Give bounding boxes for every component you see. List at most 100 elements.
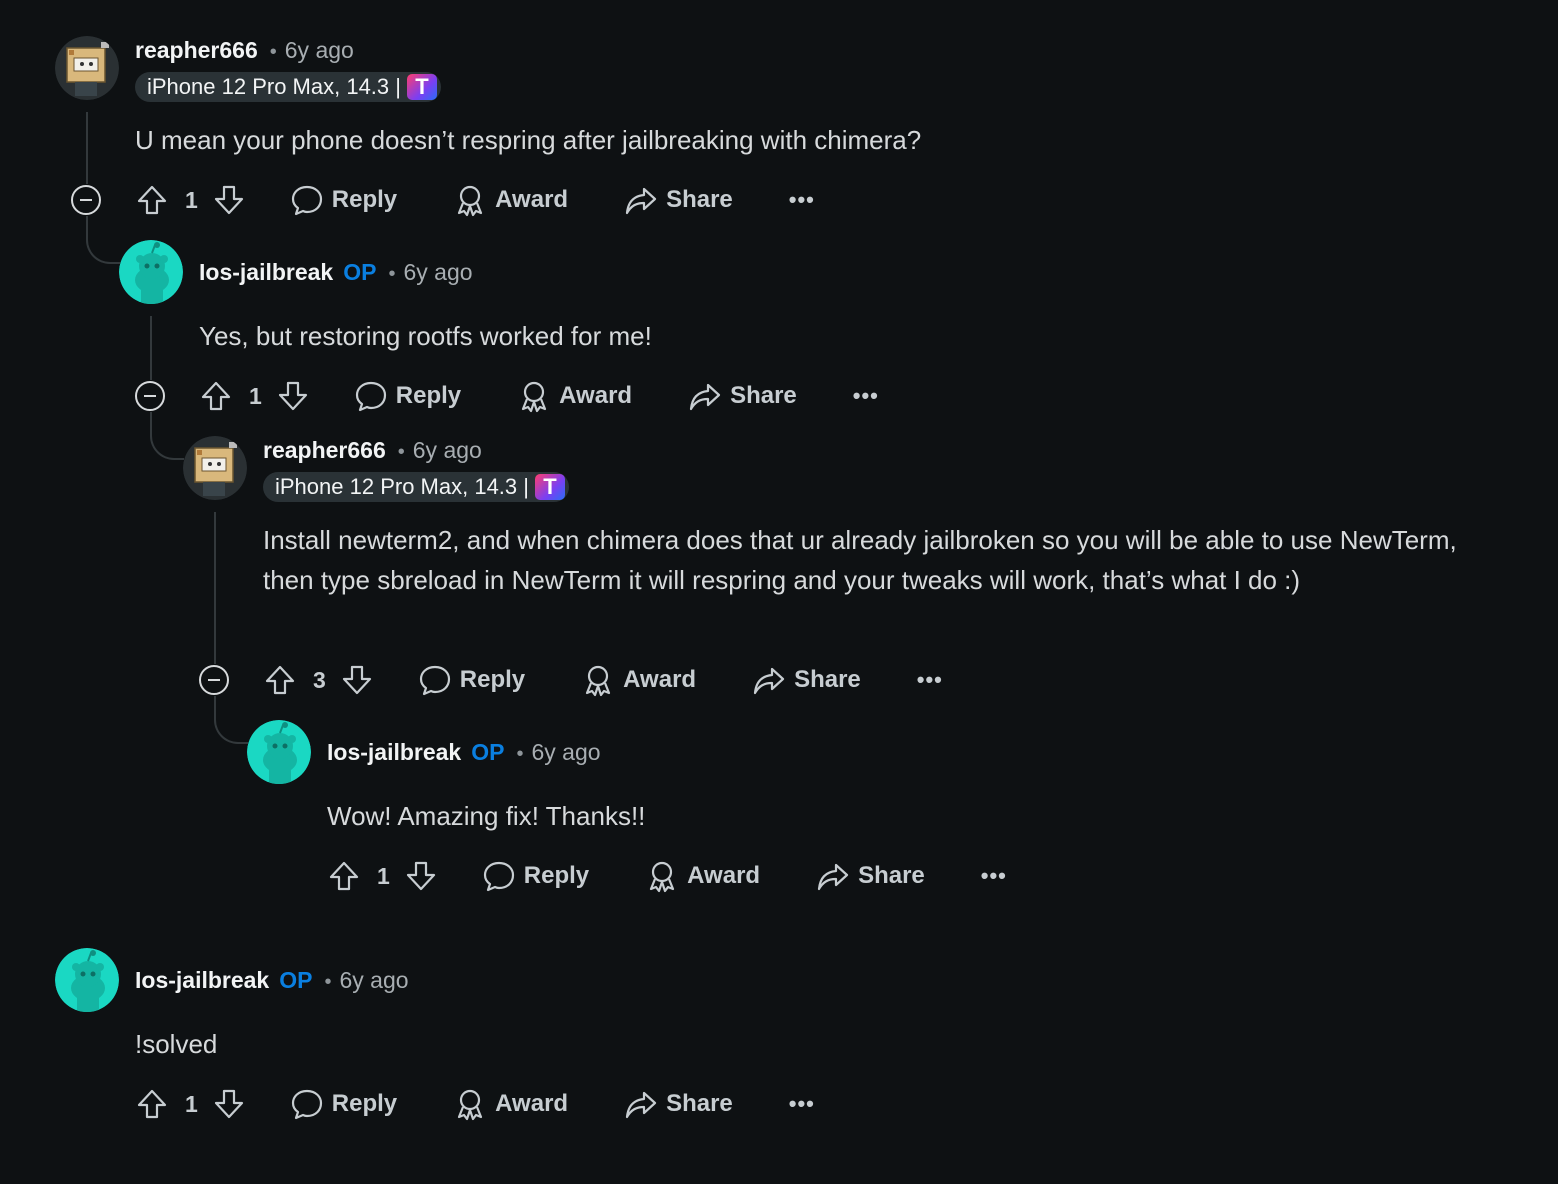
award-ribbon-icon bbox=[522, 381, 547, 413]
award-label: Award bbox=[559, 382, 633, 409]
speech-bubble-icon bbox=[355, 381, 386, 412]
upvote-arrow-icon bbox=[329, 861, 359, 891]
username[interactable]: Ios-jailbreak bbox=[135, 967, 269, 994]
flair-text: iPhone 12 Pro Max, 14.3 | bbox=[147, 74, 401, 99]
reply-button[interactable]: Reply bbox=[290, 1087, 397, 1121]
award-button[interactable]: Award bbox=[453, 1087, 568, 1121]
vote-score: 1 bbox=[185, 186, 198, 213]
upvote-arrow-icon bbox=[137, 185, 167, 215]
award-label: Award bbox=[687, 862, 761, 889]
vote-score: 1 bbox=[249, 382, 262, 409]
downvote-button[interactable] bbox=[276, 379, 310, 413]
upvote-button[interactable] bbox=[135, 1087, 169, 1121]
award-ribbon-icon bbox=[458, 185, 483, 217]
speech-bubble-icon bbox=[291, 1089, 322, 1120]
avatar[interactable] bbox=[183, 436, 247, 500]
thread-connector bbox=[86, 216, 120, 264]
thread-line bbox=[214, 512, 216, 664]
vote-score: 3 bbox=[313, 666, 326, 693]
collapse-thread-button[interactable] bbox=[71, 185, 101, 215]
downvote-button[interactable] bbox=[340, 663, 374, 697]
timestamp: 6y ago bbox=[531, 739, 601, 765]
separator-dot: • bbox=[324, 971, 332, 993]
upvote-arrow-icon bbox=[137, 1089, 167, 1119]
more-options-button[interactable]: ••• bbox=[981, 863, 1007, 889]
separator-dot: • bbox=[269, 41, 277, 63]
share-button[interactable]: Share bbox=[752, 663, 861, 697]
timestamp: 6y ago bbox=[412, 437, 482, 463]
downvote-button[interactable] bbox=[212, 1087, 246, 1121]
comment-body: Yes, but restoring rootfs worked for me! bbox=[199, 321, 652, 351]
award-label: Award bbox=[495, 1090, 569, 1117]
upvote-button[interactable] bbox=[327, 859, 361, 893]
downvote-arrow-icon bbox=[214, 1089, 243, 1119]
flair-badge-icon: T bbox=[534, 474, 565, 500]
avatar[interactable] bbox=[55, 36, 119, 100]
share-label: Share bbox=[730, 382, 797, 409]
award-button[interactable]: Award bbox=[581, 663, 696, 697]
collapse-thread-button[interactable] bbox=[135, 381, 165, 411]
reply-label: Reply bbox=[523, 862, 590, 889]
share-label: Share bbox=[666, 1090, 733, 1117]
reply-label: Reply bbox=[331, 1090, 398, 1117]
upvote-arrow-icon bbox=[265, 665, 295, 695]
speech-bubble-icon bbox=[483, 861, 514, 892]
award-button[interactable]: Award bbox=[645, 859, 760, 893]
upvote-button[interactable] bbox=[135, 183, 169, 217]
upvote-button[interactable] bbox=[199, 379, 233, 413]
user-flair: iPhone 12 Pro Max, 14.3 | T bbox=[263, 472, 569, 502]
username[interactable]: Ios-jailbreak bbox=[199, 259, 333, 286]
share-button[interactable]: Share bbox=[688, 379, 797, 413]
avatar[interactable] bbox=[119, 240, 183, 304]
op-badge: OP bbox=[279, 967, 313, 993]
timestamp: 6y ago bbox=[339, 967, 409, 993]
downvote-arrow-icon bbox=[278, 381, 307, 411]
award-ribbon-icon bbox=[586, 665, 611, 697]
comment-body: Install newterm2, and when chimera does … bbox=[263, 525, 1457, 595]
speech-bubble-icon bbox=[419, 665, 450, 696]
separator-dot: • bbox=[397, 441, 405, 463]
more-options-button[interactable]: ••• bbox=[789, 1091, 815, 1117]
more-options-button[interactable]: ••• bbox=[853, 383, 879, 409]
thread-connector bbox=[214, 696, 248, 744]
share-arrow-icon bbox=[625, 187, 657, 215]
avatar[interactable] bbox=[55, 948, 119, 1012]
award-ribbon-icon bbox=[650, 861, 675, 893]
avatar[interactable] bbox=[247, 720, 311, 784]
comment-body: Wow! Amazing fix! Thanks!! bbox=[327, 801, 646, 831]
share-arrow-icon bbox=[625, 1091, 657, 1119]
separator-dot: • bbox=[516, 743, 524, 765]
share-button[interactable]: Share bbox=[624, 183, 733, 217]
share-arrow-icon bbox=[817, 863, 849, 891]
reply-button[interactable]: Reply bbox=[290, 183, 397, 217]
thread-line bbox=[86, 112, 88, 184]
reply-label: Reply bbox=[395, 382, 462, 409]
downvote-button[interactable] bbox=[404, 859, 438, 893]
username[interactable]: reapher666 bbox=[135, 37, 258, 64]
flair-text: iPhone 12 Pro Max, 14.3 | bbox=[275, 474, 529, 499]
share-label: Share bbox=[858, 862, 925, 889]
reply-button[interactable]: Reply bbox=[354, 379, 461, 413]
share-label: Share bbox=[794, 666, 861, 693]
vote-score: 1 bbox=[377, 862, 390, 889]
more-options-button[interactable]: ••• bbox=[917, 667, 943, 693]
username[interactable]: reapher666 bbox=[263, 437, 386, 464]
share-label: Share bbox=[666, 186, 733, 213]
award-button[interactable]: Award bbox=[453, 183, 568, 217]
separator-dot: • bbox=[388, 263, 396, 285]
timestamp: 6y ago bbox=[403, 259, 473, 285]
thread-connector bbox=[150, 412, 184, 460]
reply-button[interactable]: Reply bbox=[418, 663, 525, 697]
reply-button[interactable]: Reply bbox=[482, 859, 589, 893]
award-label: Award bbox=[495, 186, 569, 213]
downvote-button[interactable] bbox=[212, 183, 246, 217]
award-ribbon-icon bbox=[458, 1089, 483, 1121]
award-button[interactable]: Award bbox=[517, 379, 632, 413]
share-button[interactable]: Share bbox=[816, 859, 925, 893]
more-options-button[interactable]: ••• bbox=[789, 187, 815, 213]
downvote-arrow-icon bbox=[406, 861, 435, 891]
share-button[interactable]: Share bbox=[624, 1087, 733, 1121]
username[interactable]: Ios-jailbreak bbox=[327, 739, 461, 766]
upvote-button[interactable] bbox=[263, 663, 297, 697]
collapse-thread-button[interactable] bbox=[199, 665, 229, 695]
